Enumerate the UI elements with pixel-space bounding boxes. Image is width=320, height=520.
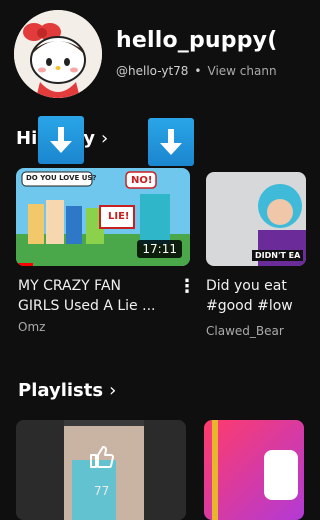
download-arrow-icon[interactable] <box>148 118 194 166</box>
thumbs-up-icon <box>88 444 114 474</box>
chevron-right-icon: › <box>100 128 109 149</box>
channel-avatar[interactable] <box>14 10 102 98</box>
arrow-down-glyph <box>50 127 72 153</box>
channel-name: hello_puppy( <box>116 28 278 53</box>
chevron-right-icon: › <box>109 380 117 401</box>
channel-handle: @hello-yt78 <box>116 64 189 78</box>
video-duration: 17:11 <box>137 240 182 258</box>
video-channel-name[interactable]: Clawed_Bear <box>206 324 284 338</box>
thumb-caption-1: DO YOU LOVE US? <box>26 174 97 182</box>
video-title[interactable]: Did you eat #good #low <box>206 276 293 316</box>
thumb-caption-2: NO! <box>131 175 153 186</box>
thumbs-up-glyph <box>90 446 114 468</box>
video-title-line-1: Did you eat <box>206 278 287 294</box>
video-thumbnail[interactable]: DIDN'T EA <box>206 172 306 266</box>
video-title-line-1: MY CRAZY FAN <box>18 278 122 294</box>
playlists-section-header[interactable]: Playlists › <box>18 380 116 401</box>
channel-handle-row: @hello-yt78 • View chann <box>116 64 277 78</box>
watch-progress-bar <box>16 263 34 266</box>
playlists-title: Playlists <box>18 380 104 401</box>
separator-dot: • <box>194 64 202 78</box>
view-channel-link[interactable]: View chann <box>208 64 277 78</box>
thumb-caption-3: LIE! <box>108 211 130 222</box>
playlist-count: 77 <box>94 484 110 498</box>
more-vertical-icon[interactable]: ⋮ <box>178 276 196 297</box>
playlist-thumbnail-art <box>204 420 304 520</box>
video-title-line-2: GIRLS Used A Lie ... <box>18 298 156 314</box>
hello-kitty-avatar-art <box>14 10 102 98</box>
download-arrow-icon[interactable] <box>38 116 84 164</box>
video-thumbnail[interactable]: DO YOU LOVE US? NO! LIE! 17:11 <box>16 168 190 266</box>
history-title-left: Hi <box>16 128 38 149</box>
thumb-caption: DIDN'T EA <box>252 250 304 261</box>
history-title-right: y <box>83 128 95 149</box>
playlist-thumbnail[interactable] <box>204 420 304 520</box>
video-title[interactable]: MY CRAZY FAN GIRLS Used A Lie ... <box>18 276 168 316</box>
video-channel-name[interactable]: Omz <box>18 320 45 334</box>
video-title-line-2: #good #low <box>206 298 293 314</box>
playlist-thumbnail[interactable]: 77 <box>16 420 186 520</box>
arrow-down-glyph <box>160 129 182 155</box>
